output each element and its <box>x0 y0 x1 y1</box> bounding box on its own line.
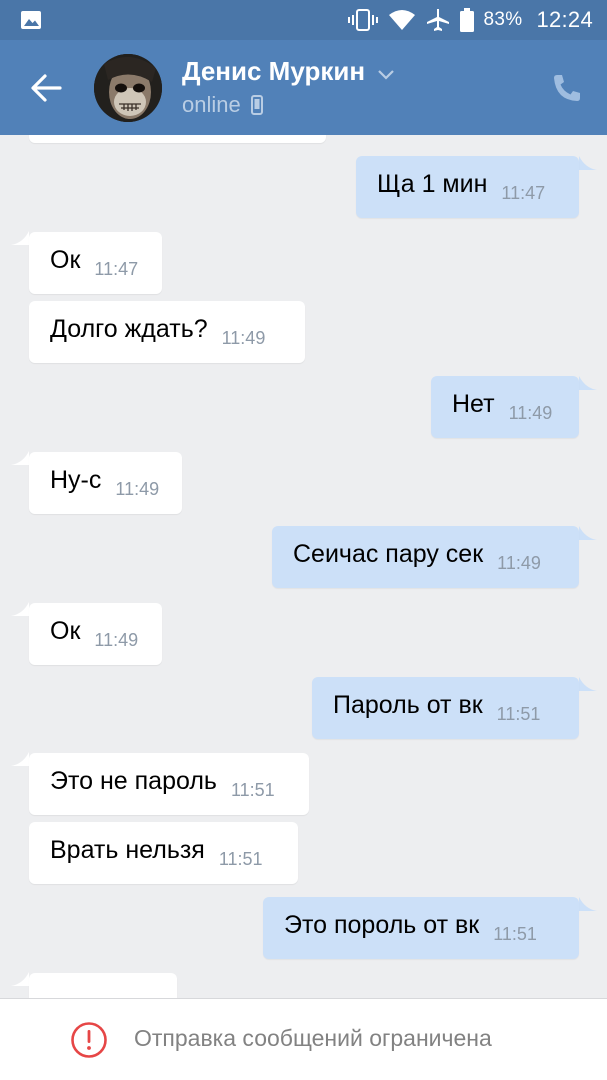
message-text: Ок <box>50 245 81 274</box>
avatar-image <box>94 54 162 122</box>
message-text: Сеичас пару сек <box>293 539 484 568</box>
message-bubble-partial <box>29 973 177 998</box>
bubble-tail <box>579 376 597 390</box>
message-time: 11:49 <box>94 629 139 650</box>
message-list[interactable]: Ща 1 мин 11:47 Ок 11:47 Долго ждать? 11:… <box>0 135 607 998</box>
presence-status: online <box>182 92 263 118</box>
message-time: 11:49 <box>497 552 541 573</box>
message-time: 11:49 <box>508 402 553 423</box>
chevron-down-icon[interactable] <box>378 70 394 80</box>
bubble-tail <box>11 972 29 986</box>
message-time: 11:49 <box>221 327 266 348</box>
message-bubble[interactable]: Пароль от вк 11:51 <box>312 677 579 739</box>
bubble-tail <box>11 752 29 766</box>
mobile-phone-icon <box>250 95 263 115</box>
warning-icon <box>71 1022 107 1058</box>
message-bubble[interactable]: Сеичас пару сек 11:49 <box>272 526 579 588</box>
input-restricted-bar: Отправка сообщений ограничена <box>0 998 607 1080</box>
status-bar: 83% 12:24 <box>0 0 607 40</box>
message-bubble-partial <box>29 135 326 143</box>
bubble-tail <box>11 451 29 465</box>
message-text: Ща 1 мин <box>377 169 488 198</box>
bubble-tail <box>579 156 597 170</box>
bubble-tail <box>11 602 29 616</box>
message-bubble[interactable]: Это не пароль 11:51 <box>29 753 309 815</box>
message-text: Ок <box>50 616 81 645</box>
message-time: 11:47 <box>501 182 546 203</box>
message-bubble[interactable]: Врать нельзя 11:51 <box>29 822 298 884</box>
online-status: online <box>182 92 241 117</box>
message-time: 11:51 <box>218 848 263 869</box>
message-text: Это не пароль <box>50 766 217 795</box>
message-bubble[interactable]: Ну-с 11:49 <box>29 452 182 514</box>
bubble-tail <box>579 677 597 691</box>
message-bubble[interactable]: Это пороль от вк 11:51 <box>263 897 579 959</box>
message-bubble[interactable]: Долго ждать? 11:49 <box>29 301 305 363</box>
message-time: 11:51 <box>493 923 537 944</box>
message-time: 11:47 <box>94 258 139 279</box>
back-arrow-icon[interactable] <box>26 68 66 108</box>
message-text: Пароль от вк <box>333 690 483 719</box>
vibrate-icon <box>347 9 378 31</box>
battery-icon <box>459 8 474 32</box>
message-bubble[interactable]: Ща 1 мин 11:47 <box>356 156 579 218</box>
message-text: Ну-с <box>50 465 102 494</box>
bubble-tail <box>11 231 29 245</box>
clock: 12:24 <box>536 7 593 32</box>
restricted-message: Отправка сообщений ограничена <box>134 1025 492 1051</box>
wifi-icon <box>388 10 415 30</box>
message-text: Это пороль от вк <box>284 910 480 939</box>
gallery-icon <box>21 11 41 29</box>
message-text: Врать нельзя <box>50 835 205 864</box>
message-text: Долго ждать? <box>50 314 208 343</box>
chat-header: Денис Муркин online <box>0 40 607 135</box>
message-time: 11:49 <box>115 478 160 499</box>
bubble-tail <box>579 526 597 540</box>
avatar[interactable] <box>94 54 162 122</box>
contact-name[interactable]: Денис Муркин <box>182 56 365 87</box>
bubble-tail <box>579 897 597 911</box>
airplane-icon <box>426 9 449 31</box>
message-text: Нет <box>452 389 495 418</box>
message-time: 11:51 <box>496 703 541 724</box>
message-bubble[interactable]: Ок 11:49 <box>29 603 162 665</box>
message-time: 11:51 <box>230 779 275 800</box>
message-bubble[interactable]: Нет 11:49 <box>431 376 579 438</box>
message-bubble[interactable]: Ок 11:47 <box>29 232 162 294</box>
phone-call-icon[interactable] <box>551 72 583 104</box>
status-icons: 83% 12:24 <box>347 0 594 40</box>
battery-percent: 83% <box>483 9 523 30</box>
